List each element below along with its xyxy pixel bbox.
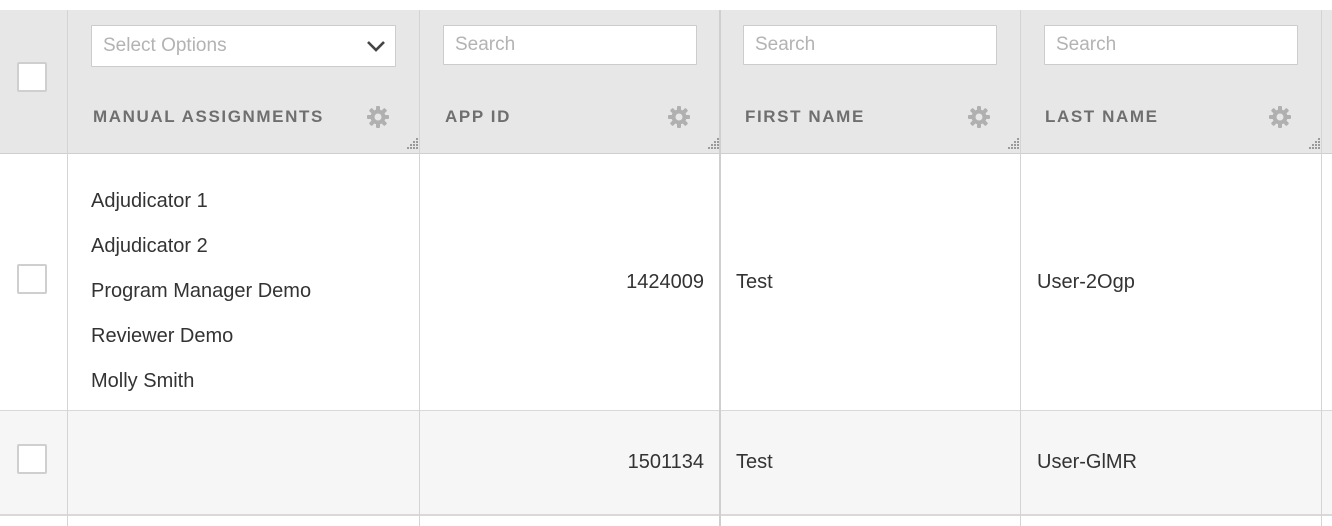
first-name-search-input[interactable]: [743, 25, 997, 65]
select-all-checkbox[interactable]: [17, 62, 47, 92]
column-divider: [67, 10, 68, 526]
assignment-item: Reviewer Demo: [91, 325, 234, 347]
column-title-first-name: FIRST NAME: [745, 107, 865, 126]
data-grid: Select Options MANUAL ASSIGNMENTS Search…: [0, 0, 1332, 526]
column-title-app-id: APP ID: [445, 107, 511, 126]
column-divider[interactable]: [419, 10, 420, 526]
grid-header: Select Options MANUAL ASSIGNMENTS Search…: [0, 10, 1332, 154]
resize-handle-icon[interactable]: [1309, 137, 1321, 149]
gear-icon[interactable]: [967, 105, 991, 129]
table-row[interactable]: [0, 516, 1332, 526]
resize-handle-icon[interactable]: [407, 137, 419, 149]
column-title-manual-assignments: MANUAL ASSIGNMENTS: [93, 107, 324, 126]
last-name-cell: User-GlMR: [1037, 451, 1137, 473]
gear-icon[interactable]: [366, 105, 390, 129]
select-placeholder: Select Options: [103, 35, 227, 56]
first-name-cell: Test: [736, 271, 773, 293]
table-row[interactable]: 1501134 Test User-GlMR: [0, 411, 1332, 516]
table-row[interactable]: Adjudicator 1 Adjudicator 2 Program Mana…: [0, 154, 1332, 412]
manual-assignments-list: Adjudicator 1 Adjudicator 2 Program Mana…: [91, 179, 311, 404]
manual-assignments-filter-select[interactable]: Select Options: [91, 25, 396, 67]
row-select-checkbox[interactable]: [17, 264, 47, 294]
resize-handle-icon[interactable]: [1008, 137, 1020, 149]
chevron-down-icon: [367, 41, 385, 52]
last-name-search-input[interactable]: [1044, 25, 1298, 65]
column-divider[interactable]: [719, 10, 721, 526]
app-id-cell: 1424009: [626, 271, 704, 293]
assignment-item: Molly Smith: [91, 370, 195, 392]
row-select-checkbox[interactable]: [17, 444, 47, 474]
assignment-item: Adjudicator 2: [91, 235, 208, 257]
top-spacer: [0, 0, 1332, 10]
app-id-search-input[interactable]: [443, 25, 697, 65]
gear-icon[interactable]: [1268, 105, 1292, 129]
column-title-last-name: LAST NAME: [1045, 107, 1159, 126]
column-divider[interactable]: [1321, 10, 1322, 526]
app-id-cell: 1501134: [627, 451, 704, 473]
column-divider[interactable]: [1020, 10, 1021, 526]
last-name-cell: User-2Ogp: [1037, 271, 1135, 293]
assignment-item: Adjudicator 1: [91, 190, 208, 212]
assignment-item: Program Manager Demo: [91, 280, 312, 302]
first-name-cell: Test: [736, 451, 773, 473]
gear-icon[interactable]: [667, 105, 691, 129]
